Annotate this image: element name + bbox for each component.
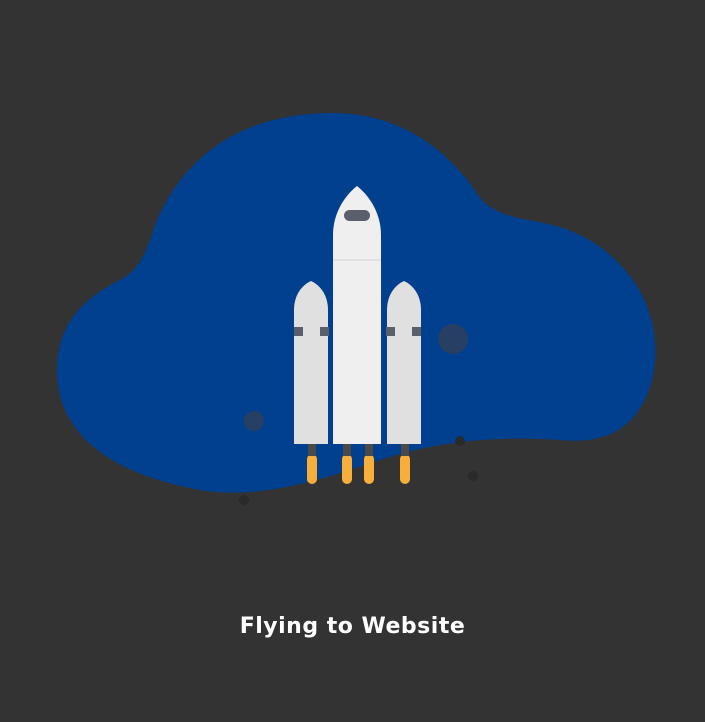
right-booster — [387, 281, 421, 444]
bubble-dot — [244, 411, 264, 431]
bubble-dot — [455, 436, 465, 446]
rocket-core — [333, 186, 381, 444]
loading-caption: Flying to Website — [239, 614, 466, 639]
bubble-dot — [239, 495, 249, 505]
left-booster — [294, 281, 328, 444]
rocket-launch-icon — [56, 112, 656, 505]
rocket-window — [344, 210, 370, 221]
loading-screen: Flying to Website — [0, 0, 705, 722]
bubble-dot — [438, 324, 468, 354]
bubble-dot — [468, 471, 478, 481]
